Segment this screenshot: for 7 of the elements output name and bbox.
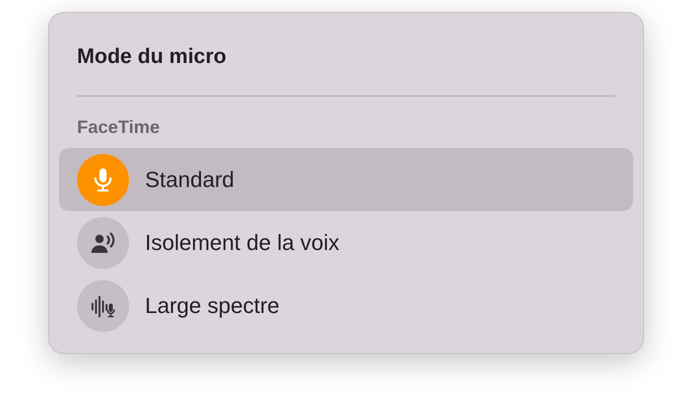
menu-title: Mode du micro bbox=[77, 44, 228, 70]
waveform-microphone-icon bbox=[77, 280, 129, 332]
microphone-icon bbox=[77, 154, 129, 206]
menu-item[interactable]: Isolement de la voix bbox=[59, 211, 633, 274]
section-heading: FaceTime bbox=[77, 116, 161, 138]
menu-item[interactable]: Large spectre bbox=[59, 274, 633, 337]
menu-item[interactable]: Standard bbox=[59, 148, 633, 211]
